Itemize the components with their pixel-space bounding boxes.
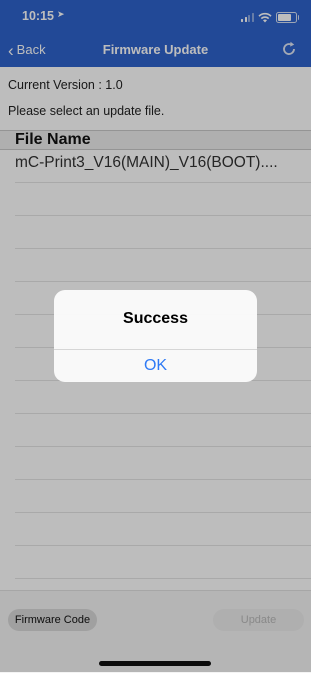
alert-title: Success	[123, 310, 188, 327]
success-alert: Success OK	[54, 290, 257, 382]
ok-button[interactable]: OK	[54, 349, 257, 382]
